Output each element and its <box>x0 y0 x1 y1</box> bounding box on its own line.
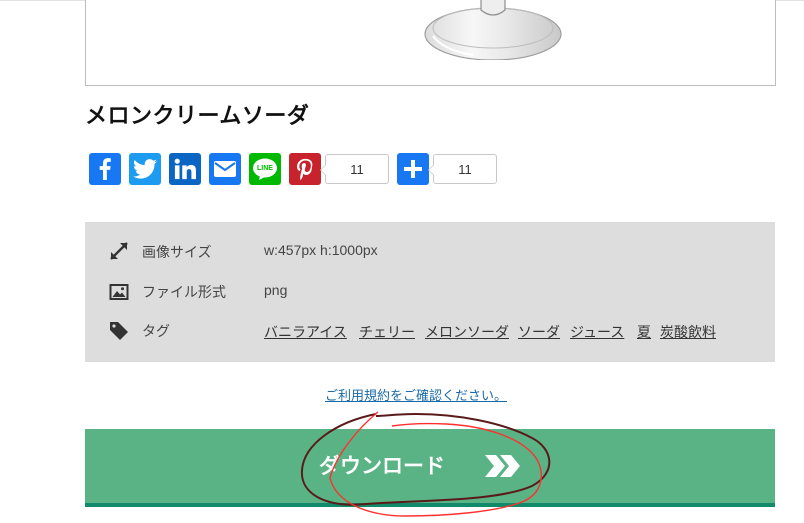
tag-link[interactable]: 夏 <box>637 322 651 342</box>
image-icon <box>109 284 129 300</box>
addthis-share-count: 11 <box>428 154 497 184</box>
twitter-share-button[interactable] <box>129 153 161 185</box>
file-format-label: ファイル形式 <box>142 285 226 301</box>
pinterest-share-button[interactable] <box>289 153 321 185</box>
tag-link[interactable]: バニラアイス <box>264 322 347 342</box>
glass-image <box>424 0 562 60</box>
resize-arrows-icon <box>110 242 128 260</box>
terms-notice: ご利用規約をご確認ください。 <box>0 385 804 404</box>
tag-icon <box>110 322 128 340</box>
double-chevron-right-icon <box>485 455 520 477</box>
line-icon-text: LINE <box>257 165 273 172</box>
tag-link[interactable]: ジュース <box>570 322 624 342</box>
image-info-panel: 画像サイズ w:457px h:1000px ファイル形式 png タグ バニラ… <box>85 222 775 362</box>
addthis-share-button[interactable] <box>397 153 429 185</box>
image-size-value: w:457px h:1000px <box>264 242 378 258</box>
preview-image-frame <box>85 0 776 86</box>
download-button[interactable]: ダウンロード <box>85 429 775 507</box>
email-share-button[interactable] <box>209 153 241 185</box>
mail-icon <box>214 161 236 177</box>
tag-link[interactable]: チェリー <box>359 322 415 342</box>
download-button-label: ダウンロード <box>319 454 445 478</box>
pinterest-share-count: 11 <box>320 154 389 184</box>
tag-link[interactable]: メロンソーダ <box>425 322 509 342</box>
terms-link[interactable]: ご利用規約をご確認ください。 <box>325 389 507 404</box>
facebook-share-button[interactable] <box>89 153 121 185</box>
tags-label: タグ <box>142 324 170 340</box>
linkedin-share-button[interactable] <box>169 153 201 185</box>
pinterest-icon <box>297 158 313 181</box>
facebook-icon <box>99 158 111 180</box>
tag-link[interactable]: ソーダ <box>518 322 560 342</box>
twitter-icon <box>133 159 157 179</box>
line-share-button[interactable]: LINE <box>249 153 281 185</box>
plus-icon <box>404 160 422 178</box>
image-size-label: 画像サイズ <box>142 245 212 261</box>
linkedin-icon <box>174 158 196 180</box>
tag-link[interactable]: 炭酸飲料 <box>660 322 716 342</box>
file-format-value: png <box>264 282 288 298</box>
page-title: メロンクリームソーダ <box>85 104 310 129</box>
